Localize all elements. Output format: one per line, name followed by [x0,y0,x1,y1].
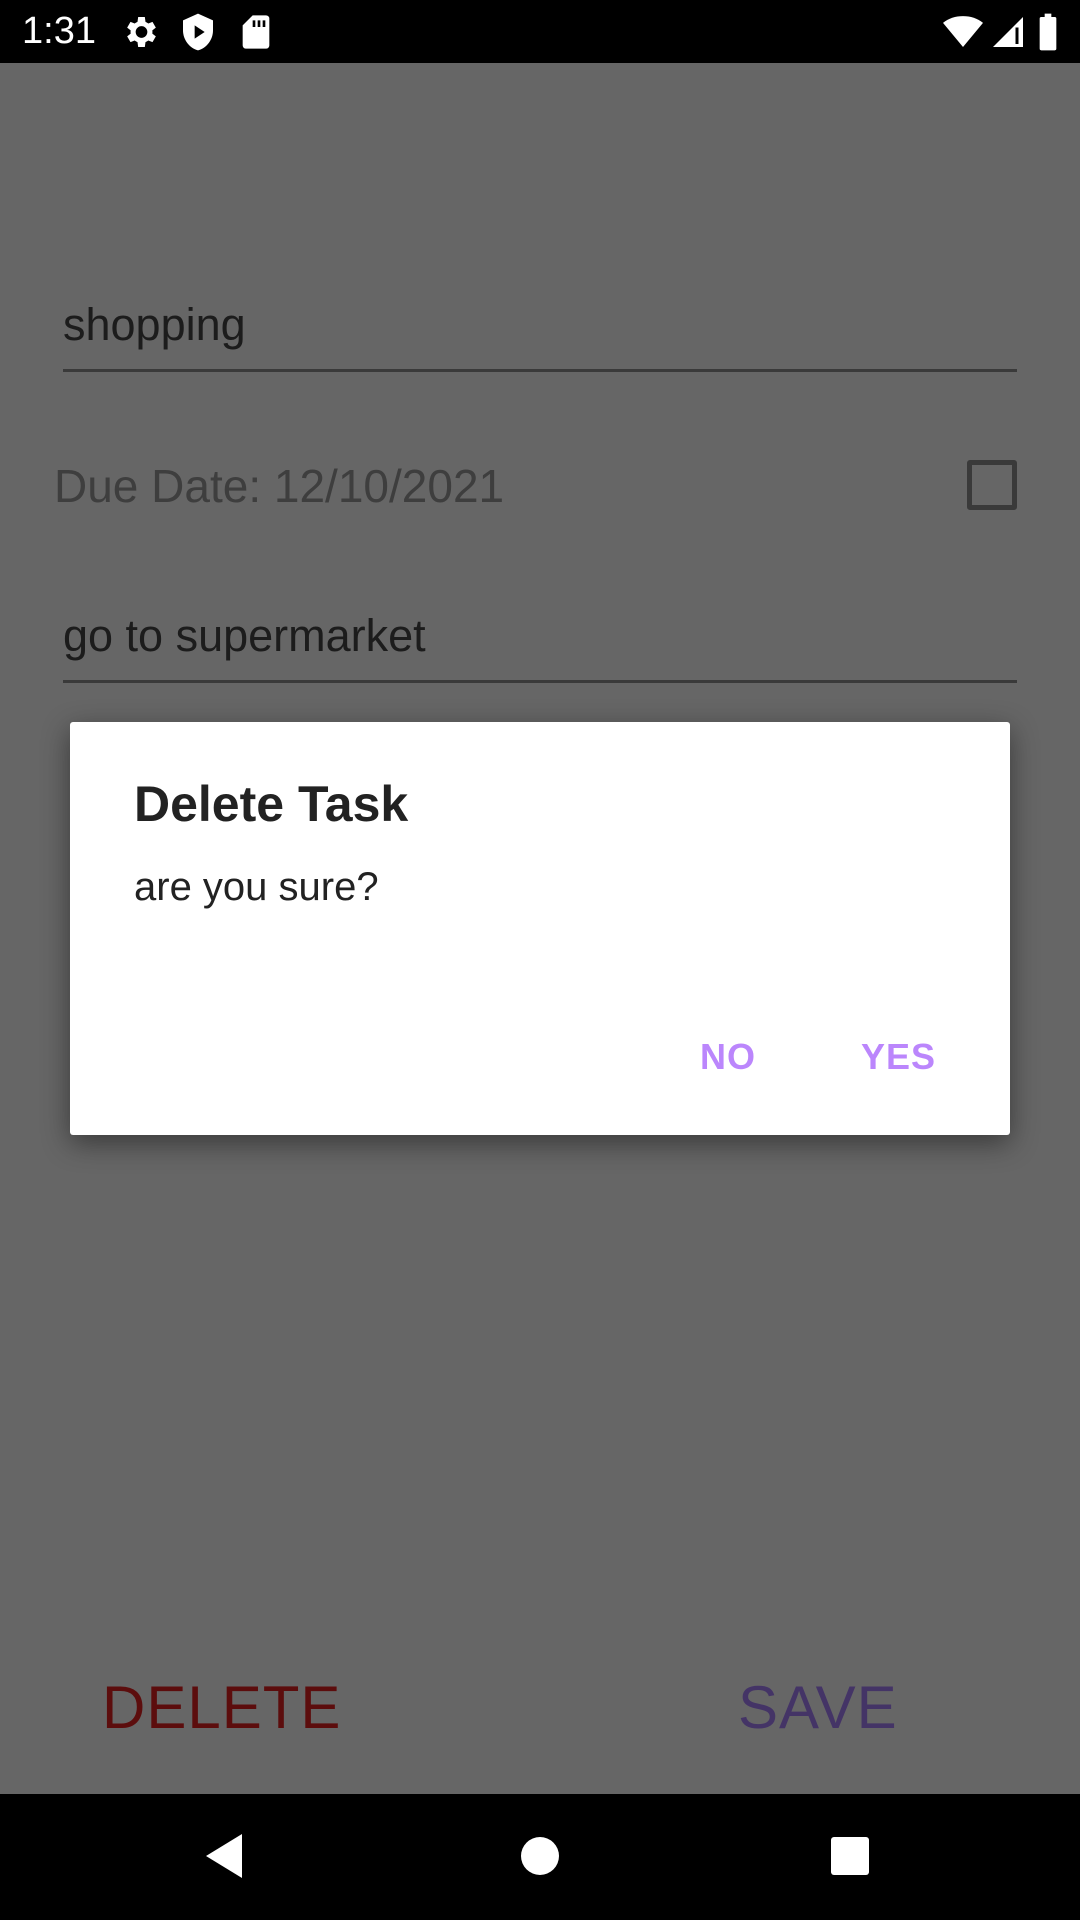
delete-task-dialog: Delete Task are you sure? NO YES [70,722,1010,1135]
navigation-bar [0,1794,1080,1920]
save-button[interactable]: SAVE [738,1673,898,1743]
task-title-value: shopping [63,299,246,350]
sd-card-icon [236,12,276,52]
no-button[interactable]: NO [700,1035,756,1079]
due-date-label[interactable]: Due Date: 12/10/2021 [54,456,504,516]
battery-icon [1036,12,1060,52]
wifi-icon [942,12,984,52]
shield-play-icon [178,12,218,52]
dialog-message: are you sure? [134,865,379,909]
yes-button[interactable]: YES [861,1035,936,1079]
task-title-field[interactable]: shopping [63,289,1017,372]
task-notes-field[interactable]: go to supermarket [63,596,1017,683]
recents-icon[interactable] [815,1824,885,1888]
back-icon[interactable] [190,1824,260,1888]
delete-button[interactable]: DELETE [102,1673,341,1743]
status-bar: 1:31 [0,0,1080,63]
dialog-title: Delete Task [134,776,409,832]
task-notes-value: go to supermarket [63,610,426,661]
status-time: 1:31 [22,10,96,52]
signal-icon [990,12,1026,52]
completed-checkbox[interactable] [967,460,1017,510]
gear-icon [120,12,160,52]
home-icon[interactable] [505,1824,575,1888]
